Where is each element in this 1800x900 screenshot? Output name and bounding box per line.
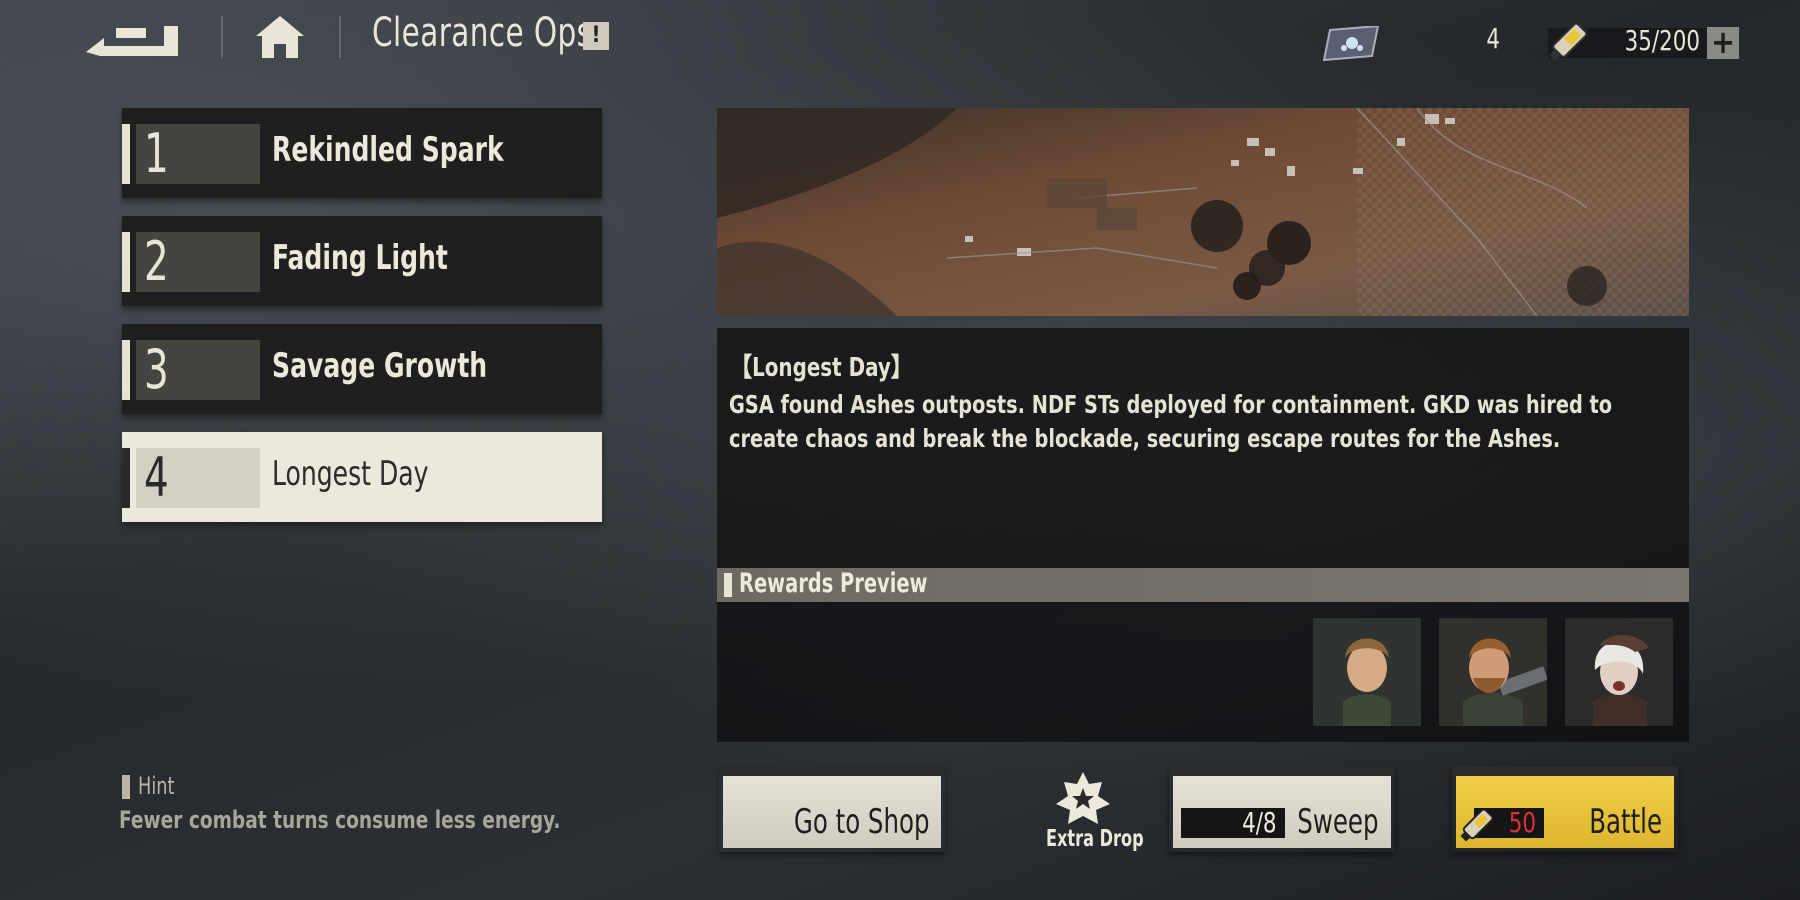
button-top-strip [1169, 766, 1395, 776]
stage-number: 4 [144, 446, 169, 509]
button-top-strip [1452, 766, 1678, 776]
hint-text: Fewer combat turns consume less energy. [119, 806, 561, 834]
stage-name: Longest Day [272, 454, 429, 494]
energy-battery-icon [1544, 20, 1590, 66]
character-portrait-icon [1313, 618, 1421, 726]
resource-count: 4 [1486, 22, 1500, 55]
reward-item-2[interactable] [1439, 618, 1547, 726]
sweep-count: 4/8 [1181, 808, 1285, 838]
header-divider [339, 16, 341, 58]
back-button[interactable] [86, 18, 190, 58]
add-energy-button[interactable]: + [1707, 26, 1739, 59]
character-portrait-icon [1565, 618, 1673, 726]
home-button[interactable] [254, 14, 306, 60]
sweep-count-value: 4/8 [1242, 806, 1277, 839]
character-portrait-icon [1439, 618, 1547, 726]
info-button[interactable]: ! [583, 22, 609, 50]
stage-name: Savage Growth [272, 346, 488, 386]
stage-accent [122, 448, 130, 508]
go-to-shop-button[interactable]: Go to Shop [719, 766, 945, 852]
resource-card-icon [1322, 24, 1380, 62]
reward-item-1[interactable] [1313, 618, 1421, 726]
stage-name: Rekindled Spark [272, 130, 504, 170]
hint-marker [122, 775, 130, 799]
stage-accent [122, 232, 130, 292]
extra-drop-label: Extra Drop [1046, 826, 1144, 852]
stage-detail-description: GSA found Ashes outposts. NDF STs deploy… [729, 390, 1613, 453]
home-icon [256, 16, 304, 58]
energy-value: 35/200 [1624, 24, 1700, 57]
stage-name: Fading Light [272, 238, 448, 278]
button-label: Go to Shop [793, 802, 929, 842]
stage-item-1[interactable]: 1 Rekindled Spark [122, 108, 602, 198]
stage-item-2[interactable]: 2 Fading Light [122, 216, 602, 306]
stage-number: 2 [144, 230, 169, 293]
button-label: Battle [1589, 802, 1662, 842]
energy-battery-icon [1456, 806, 1496, 846]
battle-button[interactable]: 50 Battle [1452, 766, 1678, 852]
hint-label: Hint [138, 772, 175, 800]
extra-drop-icon [1048, 770, 1118, 828]
button-label: Sweep [1297, 802, 1379, 842]
page-title: Clearance Ops [372, 10, 593, 56]
battle-cost-value: 50 [1508, 806, 1536, 839]
stage-detail-title: 【Longest Day】 [730, 353, 913, 383]
stage-map-image [717, 108, 1689, 316]
stage-item-4[interactable]: 4 Longest Day [122, 432, 602, 522]
stage-accent [122, 124, 130, 184]
button-top-strip [719, 766, 945, 776]
stage-accent [122, 340, 130, 400]
stage-item-3[interactable]: 3 Savage Growth [122, 324, 602, 414]
rewards-label: Rewards Preview [739, 568, 928, 599]
back-arrow-icon [86, 26, 178, 56]
reward-item-3[interactable] [1565, 618, 1673, 726]
sweep-button[interactable]: 4/8 Sweep [1169, 766, 1395, 852]
stage-number: 1 [144, 122, 169, 185]
stage-number: 3 [144, 338, 169, 401]
rewards-marker [724, 573, 732, 597]
header-divider [221, 16, 223, 58]
